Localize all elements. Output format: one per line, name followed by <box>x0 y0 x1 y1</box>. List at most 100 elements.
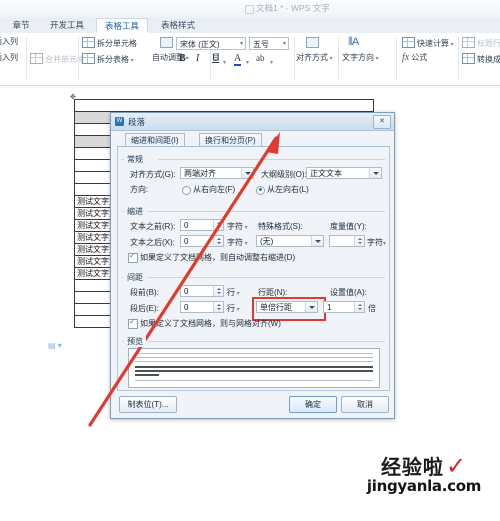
text-direction-icon-wrap: ⦀A <box>348 37 359 48</box>
table-row[interactable] <box>74 99 374 112</box>
ribbon-tab-developer[interactable]: 开发工具 <box>42 18 92 33</box>
radio-left-to-right[interactable]: 从左向右(L) <box>256 184 309 195</box>
section-indent: 缩进 文本之前(R): 0 字符 ▾ 文本之后(X): 0 字符 ▾ 特殊格式(… <box>118 206 389 265</box>
chevron-down-icon[interactable]: ▾ <box>240 38 243 51</box>
ribbon-divider <box>396 37 397 79</box>
spinner-icon[interactable] <box>213 220 223 230</box>
chevron-down-icon[interactable] <box>241 168 253 178</box>
ribbon-group-data: 快速计算 ▾ 标题行重复 fx公式 转换成文本 <box>400 33 500 85</box>
split-table-icon <box>82 53 95 64</box>
special-format-value: (无) <box>260 237 274 246</box>
insert-column-left-button[interactable]: 插入列 <box>0 37 18 47</box>
watermark-check-icon: ✓ <box>445 452 468 480</box>
text-direction-caret-icon[interactable]: ▾ <box>374 56 379 62</box>
wps-document-icon <box>244 4 254 14</box>
paste-options-icon[interactable]: ▤ ▾ <box>48 341 62 350</box>
spacing-before-value: 0 <box>184 287 189 296</box>
italic-button[interactable]: I <box>196 53 199 64</box>
special-format-dropdown[interactable]: (无) <box>256 235 324 247</box>
split-table-button[interactable]: 拆分表格 ▾ <box>82 53 134 66</box>
underline-caret-icon[interactable]: ▾ <box>223 59 226 66</box>
set-value-unit: 倍 <box>368 304 376 313</box>
repeat-header-button[interactable]: 标题行重复 <box>462 37 500 49</box>
spacing-after-input[interactable]: 0 <box>180 301 224 313</box>
indent-before-input[interactable]: 0 <box>180 219 224 231</box>
tab-stops-button[interactable]: 制表位(T)... <box>119 396 177 413</box>
chevron-down-icon[interactable] <box>369 168 381 178</box>
dialog-title-bar: W 段落 ✕ <box>111 113 394 131</box>
line-spacing-value: 单倍行距 <box>260 303 292 312</box>
font-size-value: 五号 <box>253 40 269 49</box>
quick-calc-icon <box>402 37 415 48</box>
spacing-before-unit: 行 ▾ <box>227 288 240 297</box>
measure-value-input[interactable] <box>329 235 365 247</box>
dialog-body: 常规 对齐方式(G): 两端对齐 大纲级别(O): 正文文本 方向: 从右向左(… <box>117 146 390 391</box>
spinner-icon[interactable] <box>213 286 223 296</box>
chevron-down-icon[interactable] <box>305 302 317 312</box>
checkbox-snap-to-grid[interactable]: 如果定义了文档网格，则与网格对齐(W) <box>128 317 281 329</box>
title-bar: 文档1 * - WPS 文字 <box>0 0 500 18</box>
text-direction-button[interactable]: 文字方向 ▾ <box>342 53 379 64</box>
bold-button[interactable]: B <box>179 53 186 64</box>
measure-value-label: 度量值(Y): <box>330 222 367 231</box>
formula-icon: fx <box>402 52 410 63</box>
quick-calc-caret-icon[interactable]: ▾ <box>449 42 454 48</box>
alignment-value: 两端对齐 <box>184 169 216 178</box>
close-icon[interactable]: ✕ <box>373 115 391 129</box>
highlight-button[interactable]: ab <box>256 53 265 63</box>
ok-button[interactable]: 确定 <box>289 396 337 413</box>
ribbon-tab-table-tools[interactable]: 表格工具 <box>96 18 148 33</box>
outline-level-dropdown[interactable]: 正文文本 <box>306 167 382 179</box>
checkbox-auto-adjust-right-indent[interactable]: 如果定义了文档网格，则自动调整右缩进(D) <box>128 251 295 263</box>
section-rule <box>148 211 385 212</box>
spinner-icon[interactable] <box>354 302 364 312</box>
paragraph-dialog[interactable]: W 段落 ✕ 缩进和间距(I) 换行和分页(P) 常规 对齐方式(G): 两端对… <box>110 112 395 419</box>
font-color-button[interactable]: A <box>234 53 242 66</box>
paragraph-preview <box>128 348 380 388</box>
section-spacing-title: 间距 <box>124 272 146 283</box>
ribbon-tab-chapters[interactable]: 章节 <box>4 18 38 33</box>
ribbon-divider <box>78 37 79 79</box>
alignment-icon-wrap <box>306 37 321 49</box>
spinner-icon[interactable] <box>213 236 223 246</box>
split-table-caret-icon[interactable]: ▾ <box>129 58 134 64</box>
spacing-before-input[interactable]: 0 <box>180 285 224 297</box>
font-name-combo[interactable]: 宋体 (正文) ▾ <box>176 37 246 50</box>
font-color-caret-icon[interactable]: ▾ <box>246 59 249 66</box>
alignment-dropdown[interactable]: 两端对齐 <box>180 167 254 179</box>
highlight-caret-icon[interactable]: ▾ <box>270 59 273 66</box>
direction-label: 方向: <box>130 185 149 194</box>
alignment-caret-icon[interactable]: ▾ <box>328 56 333 62</box>
merge-cells-button[interactable]: 合并单元格 <box>30 53 85 65</box>
spinner-icon[interactable] <box>354 236 364 246</box>
line-spacing-dropdown[interactable]: 单倍行距 <box>256 301 318 313</box>
table-autofit-icon <box>160 37 173 48</box>
convert-to-text-button[interactable]: 转换成文本 <box>462 53 500 65</box>
formula-button[interactable]: fx 公式 <box>402 53 427 63</box>
chevron-down-icon[interactable] <box>311 236 323 246</box>
underline-button[interactable]: U <box>212 53 219 64</box>
table-cell[interactable] <box>74 99 374 112</box>
outline-level-value: 正文文本 <box>310 169 342 178</box>
watermark: 经验啦✓ jingyanla.com <box>354 452 494 517</box>
tab-line-and-page-breaks[interactable]: 换行和分页(P) <box>199 133 262 147</box>
section-rule <box>148 341 385 342</box>
ribbon-divider <box>26 37 27 79</box>
cancel-button[interactable]: 取消 <box>341 396 389 413</box>
quick-calc-button[interactable]: 快速计算 ▾ <box>402 37 454 50</box>
split-cells-button[interactable]: 拆分单元格 <box>82 37 137 49</box>
spacing-after-value: 0 <box>184 303 189 312</box>
insert-column-right-button[interactable]: 插入列 <box>0 53 18 63</box>
font-size-combo[interactable]: 五号 ▾ <box>249 37 289 50</box>
set-value-input[interactable]: 1 <box>323 301 365 313</box>
indent-before-value: 0 <box>184 221 189 230</box>
indent-before-label: 文本之前(R): <box>130 222 176 231</box>
alignment-button[interactable]: 对齐方式 ▾ <box>296 53 333 64</box>
spinner-icon[interactable] <box>213 302 223 312</box>
radio-right-to-left[interactable]: 从右向左(F) <box>182 184 235 195</box>
ribbon-tab-table-styles[interactable]: 表格样式 <box>152 18 204 33</box>
chevron-down-icon[interactable]: ▾ <box>283 38 286 51</box>
indent-after-input[interactable]: 0 <box>180 235 224 247</box>
tab-indents-and-spacing[interactable]: 缩进和间距(I) <box>125 133 185 147</box>
ribbon-group-rows-columns: 插入列 插入列 合并单元格 拆分单元格 拆分表格 ▾ <box>0 33 152 85</box>
